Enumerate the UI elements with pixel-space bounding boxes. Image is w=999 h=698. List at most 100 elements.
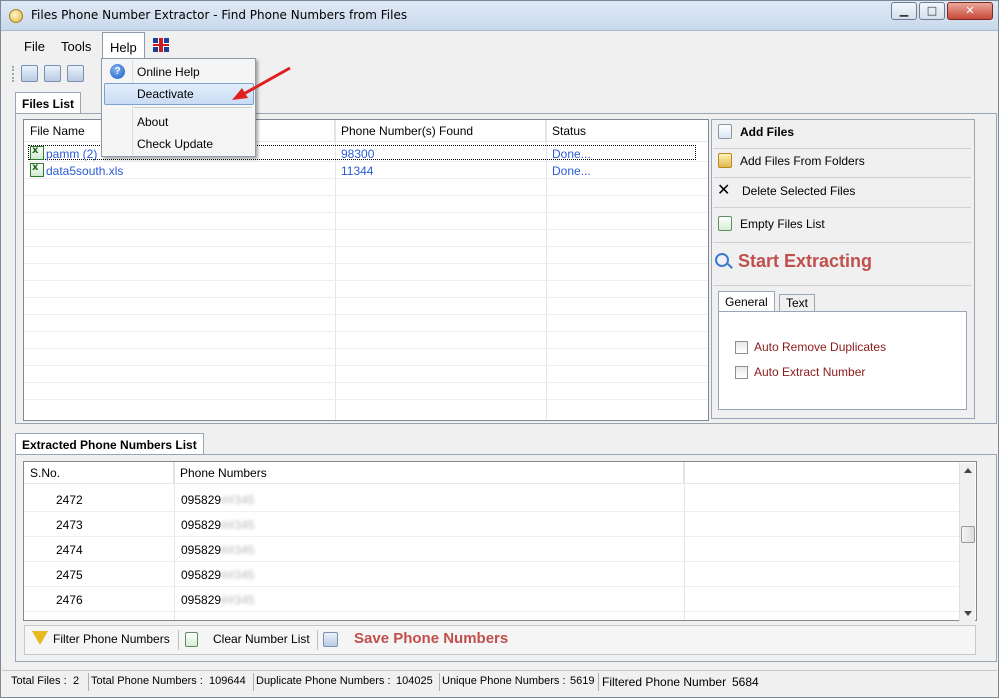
column-phone-numbers[interactable]: Phone Numbers [174,462,684,484]
column-divider [546,120,547,420]
menu-separator [134,107,252,108]
row-divider [24,178,708,179]
start-extracting-label: Start Extracting [738,251,873,271]
column-status[interactable]: Status [546,120,708,142]
annotation-arrow-icon [232,66,291,100]
column-divider [335,120,336,420]
phone-prefix: 095829 [181,518,222,532]
row-divider [24,365,708,366]
tab-files-list[interactable]: Files List [15,92,82,114]
save-numbers-button[interactable]: Save Phone Numbers [354,630,508,647]
close-button[interactable]: ✕ [947,2,993,20]
delete-selected-button[interactable]: ✕ Delete Selected Files [715,178,971,206]
total-files-label: Total Files : [11,675,67,687]
phone-number-cell: 095829##345 [181,518,254,532]
add-folders-label: Add Files From Folders [740,154,865,168]
scroll-down-arrow-icon[interactable] [964,611,972,616]
divider [713,207,971,208]
scroll-up-arrow-icon[interactable] [964,468,972,473]
row-divider [24,297,708,298]
menu-bar: File Tools Help [2,32,997,60]
phone-obscured: ##345 [221,518,255,532]
toolbar-separator [178,630,179,650]
copy-toolbar-icon[interactable] [67,65,84,82]
files-grid[interactable]: File Name Phone Number(s) Found Status p… [23,119,709,421]
phone-prefix: 095829 [181,543,222,557]
funnel-icon [32,631,48,645]
toolbar-separator [317,630,318,650]
phone-prefix: 095829 [181,593,222,607]
auto-extract-number-label[interactable]: Auto Extract Number [754,365,865,379]
tab-general[interactable]: General [718,291,775,311]
recycle-icon [185,632,198,647]
menu-tools[interactable]: Tools [61,39,91,54]
search-icon [715,253,729,267]
file-name-cell: data5south.xls [46,164,124,178]
phone-obscured: ##345 [221,543,255,557]
sno-cell: 2472 [56,493,83,507]
tab-text[interactable]: Text [779,294,816,311]
add-files-icon [718,124,732,139]
status-cell: Done... [552,147,591,161]
duplicate-label: Duplicate Phone Numbers : [256,675,391,687]
save-icon[interactable] [323,632,338,647]
recycle-icon [718,216,732,231]
about-label: About [137,115,169,129]
column-divider [684,462,685,620]
bottom-toolbar: Filter Phone Numbers Clear Number List S… [24,625,976,655]
title-bar[interactable]: Files Phone Number Extractor - Find Phon… [1,1,998,31]
empty-list-button[interactable]: Empty Files List [715,211,971,239]
extracted-grid[interactable]: S.No. Phone Numbers 2472 095829##345 247… [23,461,977,621]
auto-remove-duplicates-checkbox[interactable] [735,341,748,354]
app-icon [9,9,23,23]
tab-extracted-numbers[interactable]: Extracted Phone Numbers List [15,433,204,455]
excel-file-icon [30,162,44,177]
row-divider [24,561,960,562]
check-update-label: Check Update [137,137,214,151]
toolbar-grip[interactable] [12,66,15,82]
menu-file[interactable]: File [24,39,45,54]
status-separator [598,673,599,691]
add-folder-toolbar-icon[interactable] [44,65,61,82]
sno-cell: 2475 [56,568,83,582]
status-cell: Done... [552,164,591,178]
menu-help[interactable]: Help [102,32,145,60]
auto-remove-duplicates-label[interactable]: Auto Remove Duplicates [754,340,886,354]
add-files-button[interactable]: Add Files [715,119,971,147]
duplicate-value: 104025 [396,675,433,687]
unique-label: Unique Phone Numbers : [442,675,566,687]
folder-icon [718,153,732,168]
status-separator [88,673,89,691]
add-files-toolbar-icon[interactable] [21,65,38,82]
column-phone-found[interactable]: Phone Number(s) Found [335,120,546,142]
menu-item-about[interactable]: About [104,111,254,133]
status-bar: Total Files : 2 Total Phone Numbers : 10… [2,670,997,692]
column-divider [174,462,175,620]
vertical-scrollbar[interactable] [959,463,975,621]
uk-flag-icon[interactable] [153,38,169,52]
phone-prefix: 095829 [181,493,222,507]
window-title: Files Phone Number Extractor - Find Phon… [31,8,408,22]
phone-obscured: ##345 [221,593,255,607]
total-numbers-label: Total Phone Numbers : [91,675,203,687]
delete-x-icon: ✕ [717,182,731,199]
excel-file-icon [30,145,44,160]
menu-item-check-update[interactable]: Check Update [104,133,254,155]
sno-cell: 2476 [56,593,83,607]
row-divider [24,536,960,537]
phone-obscured: ##345 [221,493,255,507]
minimize-button[interactable]: ▁ [891,2,917,20]
auto-extract-number-checkbox[interactable] [735,366,748,379]
row-divider [24,229,708,230]
add-folders-button[interactable]: Add Files From Folders [715,148,971,176]
status-separator [253,673,254,691]
maximize-button[interactable]: □ [919,2,945,20]
column-sno[interactable]: S.No. [24,462,174,484]
row-divider [24,161,708,162]
row-divider [24,280,708,281]
sno-cell: 2473 [56,518,83,532]
total-numbers-value: 109644 [209,675,246,687]
scroll-thumb[interactable] [961,526,975,543]
phone-number-cell: 095829##345 [181,593,254,607]
file-name-cell: pamm (2) [46,147,98,161]
